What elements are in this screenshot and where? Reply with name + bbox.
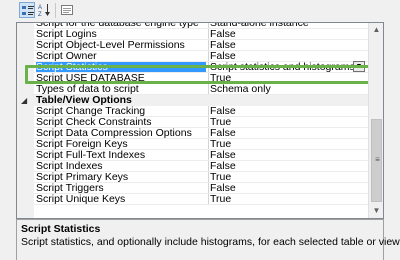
property-row[interactable]: Script Foreign Keys True: [17, 139, 369, 150]
svg-text:Z: Z: [38, 12, 42, 17]
property-pages-icon: [61, 5, 73, 15]
description-panel: Script Statistics Script statistics, and…: [16, 219, 400, 260]
category-row[interactable]: ◢ Table/View Options: [17, 95, 369, 106]
property-toolbar: A Z: [0, 0, 400, 22]
property-pages-button[interactable]: [59, 2, 75, 18]
property-row[interactable]: Script Object-Level Permissions False: [17, 40, 369, 51]
categorized-button[interactable]: [19, 2, 35, 18]
highlight-callout: [25, 65, 373, 84]
scrollbar-thumb[interactable]: ≡: [371, 119, 382, 202]
property-grid[interactable]: Script for the database engine type Stand…: [16, 22, 384, 219]
row-separator: [34, 204, 369, 205]
alphabetical-sort-icon: A Z: [38, 4, 50, 17]
collapse-triangle-icon[interactable]: ◢: [21, 96, 27, 105]
property-rows: Script for the database engine type Stand…: [17, 23, 369, 205]
scroll-down-icon[interactable]: ▼: [371, 205, 382, 216]
toolbar-separator: [55, 3, 56, 18]
category-label: Table/View Options: [36, 95, 132, 106]
property-row[interactable]: Script Logins False: [17, 29, 369, 40]
property-row[interactable]: Script Full-Text Indexes False: [17, 150, 369, 161]
categorized-icon: [22, 6, 34, 15]
scroll-grip-icon: ≡: [375, 155, 380, 164]
property-row[interactable]: Script Indexes False: [17, 161, 369, 172]
description-title: Script Statistics: [21, 223, 101, 235]
description-text: Script statistics, and optionally includ…: [21, 236, 400, 248]
svg-text:A: A: [38, 5, 42, 11]
property-row[interactable]: Script Change Tracking False: [17, 106, 369, 117]
property-row[interactable]: Script for the database engine type Stand…: [17, 23, 369, 29]
vertical-scrollbar[interactable]: ▲ ≡ ▼: [368, 23, 383, 218]
property-row[interactable]: Script Owner False: [17, 51, 369, 62]
property-row[interactable]: Script Triggers False: [17, 183, 369, 194]
property-row[interactable]: Script Check Constraints True: [17, 117, 369, 128]
property-row[interactable]: Script Unique Keys True: [17, 194, 369, 205]
alphabetical-button[interactable]: A Z: [37, 2, 53, 18]
scroll-up-icon[interactable]: ▲: [371, 24, 382, 35]
property-row[interactable]: Script Primary Keys True: [17, 172, 369, 183]
property-row[interactable]: Script Data Compression Options False: [17, 128, 369, 139]
property-row[interactable]: Types of data to script Schema only: [17, 84, 369, 95]
